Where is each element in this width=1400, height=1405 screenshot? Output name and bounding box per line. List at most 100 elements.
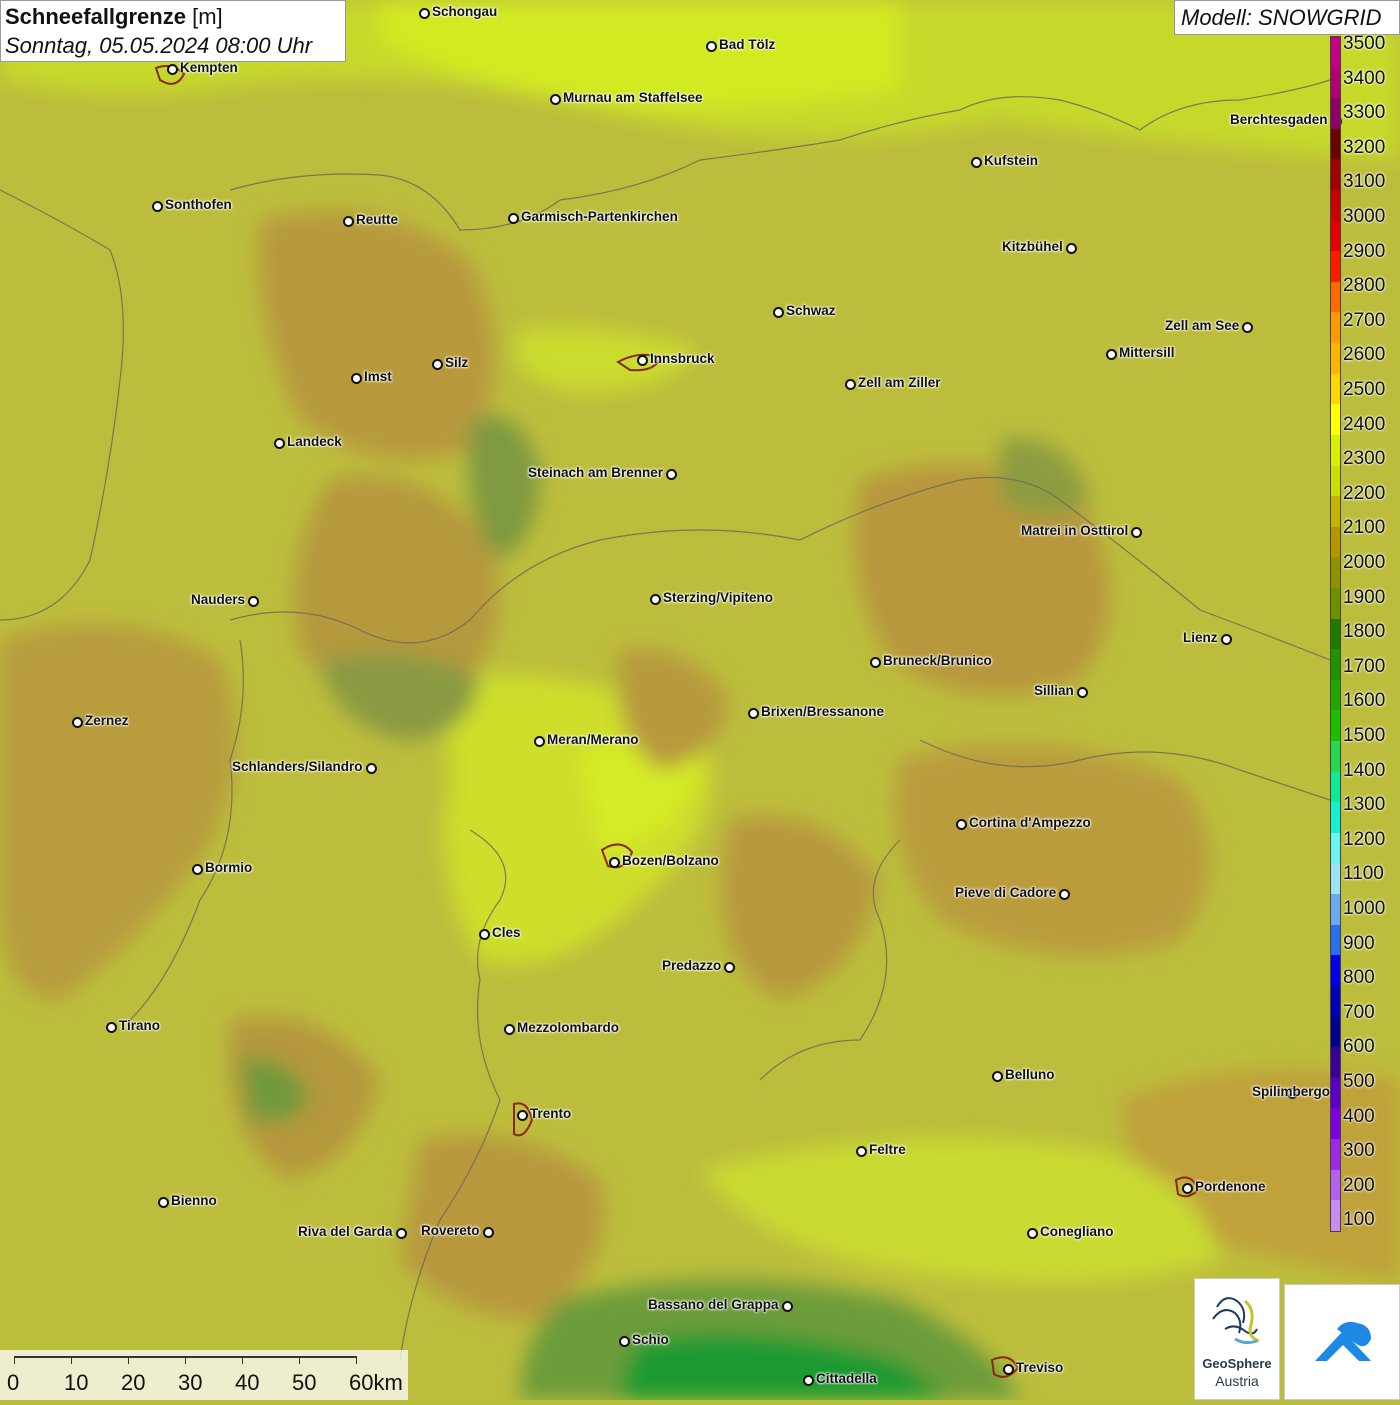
city-dot[interactable] [366, 763, 377, 774]
city-label[interactable]: Garmisch-Partenkirchen [521, 209, 678, 224]
city-label[interactable]: Rovereto [421, 1223, 480, 1238]
city-label[interactable]: Bassano del Grappa [648, 1297, 779, 1312]
city-label[interactable]: Sillian [1034, 683, 1074, 698]
app-logo[interactable] [1284, 1284, 1400, 1400]
city-label[interactable]: Matrei in Osttirol [1021, 523, 1128, 538]
city-label[interactable]: Reutte [356, 212, 398, 227]
city-dot[interactable] [508, 213, 519, 224]
city-label[interactable]: Feltre [869, 1142, 906, 1157]
city-label[interactable]: Lienz [1183, 630, 1218, 645]
city-dot[interactable] [748, 708, 759, 719]
city-label[interactable]: Sterzing/Vipiteno [663, 590, 773, 605]
city-dot[interactable] [534, 736, 545, 747]
city-dot[interactable] [992, 1071, 1003, 1082]
city-dot[interactable] [971, 157, 982, 168]
city-dot[interactable] [1182, 1183, 1193, 1194]
city-dot[interactable] [619, 1336, 630, 1347]
city-label[interactable]: Nauders [191, 592, 245, 607]
city-dot[interactable] [1066, 243, 1077, 254]
city-dot[interactable] [1106, 349, 1117, 360]
city-label[interactable]: Mezzolombardo [517, 1020, 619, 1035]
city-dot[interactable] [1242, 322, 1253, 333]
city-label[interactable]: Steinach am Brenner [528, 465, 663, 480]
city-label[interactable]: Mittersill [1119, 345, 1175, 360]
city-dot[interactable] [167, 64, 178, 75]
city-label[interactable]: Cittadella [816, 1371, 877, 1386]
city-label[interactable]: Bormio [205, 860, 252, 875]
city-label[interactable]: Kufstein [984, 153, 1038, 168]
city-dot[interactable] [666, 469, 677, 480]
city-label[interactable]: Schongau [432, 4, 497, 19]
city-label[interactable]: Kitzbühel [1002, 239, 1063, 254]
city-dot[interactable] [248, 596, 259, 607]
city-label[interactable]: Schwaz [786, 303, 836, 318]
city-dot[interactable] [158, 1197, 169, 1208]
city-label[interactable]: Meran/Merano [547, 732, 639, 747]
city-dot[interactable] [152, 201, 163, 212]
city-dot[interactable] [637, 355, 648, 366]
city-dot[interactable] [351, 373, 362, 384]
city-dot[interactable] [192, 864, 203, 875]
city-label[interactable]: Riva del Garda [298, 1224, 393, 1239]
city-label[interactable]: Bruneck/Brunico [883, 653, 992, 668]
city-dot[interactable] [396, 1228, 407, 1239]
city-dot[interactable] [517, 1110, 528, 1121]
city-label[interactable]: Cles [492, 925, 521, 940]
city-label[interactable]: Zernez [85, 713, 129, 728]
city-dot[interactable] [870, 657, 881, 668]
city-label[interactable]: Innsbruck [650, 351, 715, 366]
city-dot[interactable] [106, 1022, 117, 1033]
city-dot[interactable] [479, 929, 490, 940]
city-label[interactable]: Bienno [171, 1193, 217, 1208]
city-label[interactable]: Belluno [1005, 1067, 1055, 1082]
city-dot[interactable] [956, 819, 967, 830]
city-label[interactable]: Pieve di Cadore [955, 885, 1056, 900]
city-dot[interactable] [72, 717, 83, 728]
city-label[interactable]: Zell am Ziller [858, 375, 941, 390]
city-dot[interactable] [483, 1227, 494, 1238]
city-label[interactable]: Cortina d'Ampezzo [969, 815, 1091, 830]
city-dot[interactable] [419, 8, 430, 19]
city-label[interactable]: Schlanders/Silandro [232, 759, 363, 774]
city-dot[interactable] [1131, 527, 1142, 538]
city-dot[interactable] [274, 438, 285, 449]
city-label[interactable]: Silz [445, 355, 468, 370]
city-dot[interactable] [782, 1301, 793, 1312]
city-dot[interactable] [724, 962, 735, 973]
city-dot[interactable] [432, 359, 443, 370]
city-label[interactable]: Conegliano [1040, 1224, 1114, 1239]
city-label[interactable]: Landeck [287, 434, 342, 449]
city-dot[interactable] [803, 1375, 814, 1386]
city-dot[interactable] [550, 94, 561, 105]
city-label[interactable]: Sonthofen [165, 197, 232, 212]
city-label[interactable]: Spilimbergo [1252, 1084, 1330, 1099]
city-label[interactable]: Pordenone [1195, 1179, 1266, 1194]
city-dot[interactable] [845, 379, 856, 390]
city-dot[interactable] [706, 41, 717, 52]
city-label[interactable]: Tirano [119, 1018, 160, 1033]
city-label[interactable]: Treviso [1016, 1360, 1063, 1375]
city-label[interactable]: Trento [530, 1106, 571, 1121]
city-dot[interactable] [1059, 889, 1070, 900]
city-dot[interactable] [650, 594, 661, 605]
city-label[interactable]: Kempten [180, 60, 238, 75]
scale-tick [299, 1356, 300, 1364]
city-dot[interactable] [1003, 1364, 1014, 1375]
city-label[interactable]: Bozen/Bolzano [622, 853, 719, 868]
city-label[interactable]: Berchtesgaden [1230, 112, 1328, 127]
city-dot[interactable] [609, 857, 620, 868]
city-label[interactable]: Imst [364, 369, 392, 384]
city-dot[interactable] [343, 216, 354, 227]
city-label[interactable]: Schio [632, 1332, 669, 1347]
city-label[interactable]: Murnau am Staffelsee [563, 90, 703, 105]
city-label[interactable]: Zell am See [1165, 318, 1239, 333]
city-label[interactable]: Predazzo [662, 958, 721, 973]
city-dot[interactable] [1077, 687, 1088, 698]
city-label[interactable]: Brixen/Bressanone [761, 704, 884, 719]
city-dot[interactable] [504, 1024, 515, 1035]
city-dot[interactable] [773, 307, 784, 318]
city-dot[interactable] [1221, 634, 1232, 645]
city-dot[interactable] [1027, 1228, 1038, 1239]
city-label[interactable]: Bad Tölz [719, 37, 775, 52]
city-dot[interactable] [856, 1146, 867, 1157]
